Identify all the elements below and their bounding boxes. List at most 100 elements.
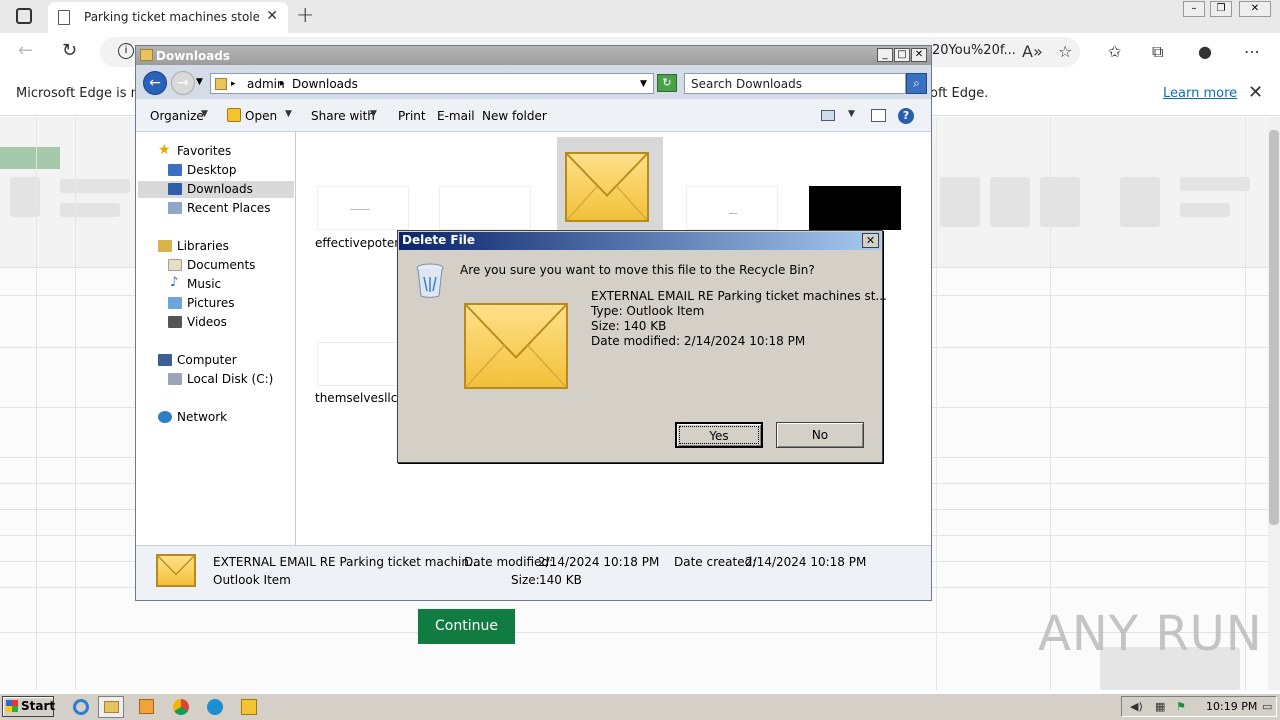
minimize-button[interactable]: _ [877,48,893,62]
libraries-icon [158,240,172,252]
details-date-created-label: Date created: [674,555,757,569]
info-icon[interactable]: i [118,43,134,59]
chevron-down-icon[interactable]: ▼ [285,109,292,119]
refresh-icon[interactable]: ↻ [657,74,677,92]
view-options-icon[interactable] [821,110,835,121]
nav-computer[interactable]: Computer [177,353,237,367]
open-button[interactable]: Open [245,109,277,123]
close-button[interactable]: ✕ [862,233,879,248]
nav-favorites[interactable]: Favorites [177,144,231,158]
file-label[interactable]: themselvesllc.pr [315,391,401,405]
learn-more-link[interactable]: Learn more [1163,86,1237,101]
edge-icon[interactable] [202,696,228,718]
details-date-created: 2/14/2024 10:18 PM [745,555,867,569]
nav-documents[interactable]: Documents [187,258,255,272]
breadcrumb-downloads[interactable]: Downloads [292,77,358,91]
close-icon[interactable]: ✕ [1248,82,1263,103]
share-with-button[interactable]: Share with [311,109,375,123]
clock[interactable]: 10:19 PM [1206,700,1257,713]
file-thumbnail[interactable] [317,342,409,386]
tab-title: Parking ticket machines stolen fr [84,10,259,24]
continue-button[interactable]: Continue [418,609,515,644]
file-thumbnail[interactable] [317,186,409,230]
email-file-icon[interactable] [565,152,649,222]
security-icon[interactable]: ⚑ [1176,700,1186,713]
close-button[interactable]: ✕ [911,48,927,62]
scrollbar-thumb[interactable] [1269,130,1279,525]
nav-desktop[interactable]: Desktop [187,163,237,177]
minimize-button[interactable]: – [1183,1,1205,17]
chevron-right-icon[interactable]: ▸ [280,79,285,89]
nav-videos[interactable]: Videos [187,315,227,329]
search-icon[interactable]: ⌕ [906,73,927,94]
maximize-button[interactable]: □ [894,48,910,62]
chevron-down-icon[interactable]: ▼ [640,79,647,89]
breadcrumb-admin[interactable]: admin [247,77,285,91]
chevron-right-icon[interactable]: ▸ [231,79,236,89]
organize-button[interactable]: Organize [150,109,204,123]
recent-places-icon [168,202,182,214]
forward-arrow-icon[interactable]: → [171,71,195,95]
volume-icon[interactable]: ◀) [1130,700,1143,713]
dialog-file-size: Size: 140 KB [591,319,667,333]
chevron-down-icon[interactable]: ▼ [370,109,377,119]
add-favorite-icon[interactable]: ☆ [1058,42,1072,61]
ie-icon[interactable] [68,696,94,718]
computer-icon [158,354,172,366]
read-aloud-icon[interactable]: A» [1022,42,1043,61]
outlook-icon[interactable] [236,696,262,718]
collections-icon[interactable]: ⧉ [1152,42,1163,62]
nav-downloads[interactable]: Downloads [187,182,253,196]
file-thumbnail[interactable] [439,186,531,230]
close-button[interactable]: ✕ [1239,1,1271,17]
refresh-icon[interactable]: ↻ [62,40,77,61]
search-placeholder: Search Downloads [691,77,802,91]
recent-pages-caret-icon[interactable]: ▼ [196,77,203,87]
restore-button[interactable]: ❐ [1210,1,1232,17]
tab-close-icon[interactable]: ✕ [266,8,278,24]
chevron-down-icon[interactable]: ▼ [201,109,208,119]
help-icon[interactable]: ? [898,108,914,124]
chrome-icon[interactable] [168,696,194,718]
print-button[interactable]: Print [398,109,426,123]
file-thumbnail[interactable] [686,186,778,230]
show-desktop-icon[interactable]: ▭ [1262,700,1272,713]
profile-icon[interactable]: ● [1198,42,1212,61]
nav-recent-places[interactable]: Recent Places [187,201,270,215]
preview-pane-icon[interactable] [871,109,886,122]
back-arrow-icon[interactable]: ← [143,71,167,95]
no-button[interactable]: No [776,422,864,448]
nav-pictures[interactable]: Pictures [187,296,235,310]
address-url[interactable]: 20You%20f... [932,43,1016,58]
star-icon: ★ [158,142,171,158]
details-file-type: Outlook Item [213,573,291,587]
yes-button[interactable]: Yes [675,422,763,448]
media-player-icon[interactable] [134,696,160,718]
desktop-icon [168,164,182,176]
folder-icon [140,49,153,61]
nav-music[interactable]: Music [187,277,221,291]
outlook-icon [227,108,241,122]
browser-tab[interactable]: Parking ticket machines stolen fr ✕ [48,2,288,33]
new-tab-button[interactable]: + [296,3,314,28]
explorer-title-bar[interactable] [136,46,931,65]
file-label[interactable]: effectivepotentiang [315,236,401,250]
more-menu-icon[interactable]: ⋯ [1244,42,1260,61]
dialog-file-name: EXTERNAL EMAIL RE Parking ticket machine… [591,289,887,303]
new-folder-button[interactable]: New folder [482,109,547,123]
favorites-icon[interactable]: ✩ [1108,42,1121,61]
tab-actions-icon[interactable] [16,8,32,24]
back-arrow-icon[interactable]: ← [18,40,33,61]
recycle-bin-icon [416,263,444,298]
chevron-down-icon[interactable]: ▼ [848,109,855,119]
search-input[interactable]: Search Downloads [684,73,906,94]
explorer-taskbar-icon[interactable] [98,696,124,718]
file-thumbnail[interactable] [809,186,901,230]
breadcrumb[interactable]: ▸ admin ▸ Downloads ▼ [210,73,654,94]
nav-local-disk[interactable]: Local Disk (C:) [187,372,273,386]
network-tray-icon[interactable]: ▦ [1155,700,1165,713]
nav-network[interactable]: Network [177,410,227,424]
dialog-file-date: Date modified: 2/14/2024 10:18 PM [591,334,806,348]
email-button[interactable]: E-mail [437,109,475,123]
nav-libraries[interactable]: Libraries [177,239,229,253]
